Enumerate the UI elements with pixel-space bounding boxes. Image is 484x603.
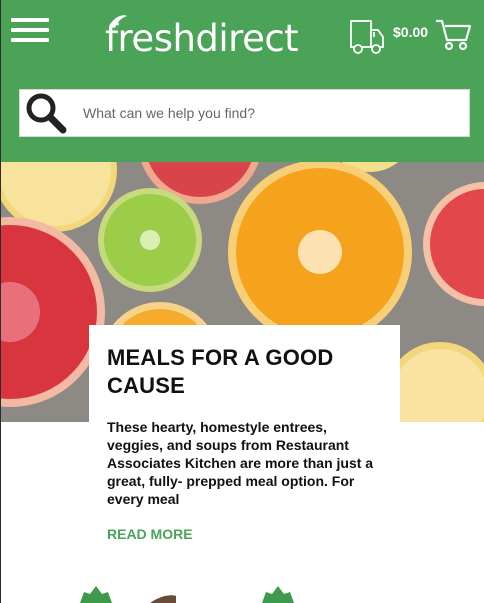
- cart-total[interactable]: $0.00: [393, 24, 428, 40]
- product-carousel-peek: [0, 580, 484, 603]
- shopping-cart-icon[interactable]: [434, 18, 472, 52]
- read-more-link[interactable]: READ MORE: [107, 526, 193, 542]
- feature-description: These hearty, homestyle entrees, veggies…: [107, 419, 374, 507]
- search-input[interactable]: [83, 105, 443, 121]
- freshdirect-logo[interactable]: freshdirect: [103, 10, 303, 60]
- feature-title: MEALS FOR A GOOD CAUSE: [107, 345, 334, 398]
- search-bar: [19, 89, 470, 137]
- feature-card: MEALS FOR A GOOD CAUSE These hearty, hom…: [89, 325, 400, 565]
- site-header: freshdirect $0.00: [0, 0, 484, 162]
- hamburger-menu-icon[interactable]: [11, 18, 49, 46]
- delivery-truck-icon[interactable]: [349, 18, 385, 56]
- search-icon[interactable]: [23, 91, 69, 135]
- page-edge: [0, 162, 1, 603]
- svg-text:freshdirect: freshdirect: [105, 17, 298, 60]
